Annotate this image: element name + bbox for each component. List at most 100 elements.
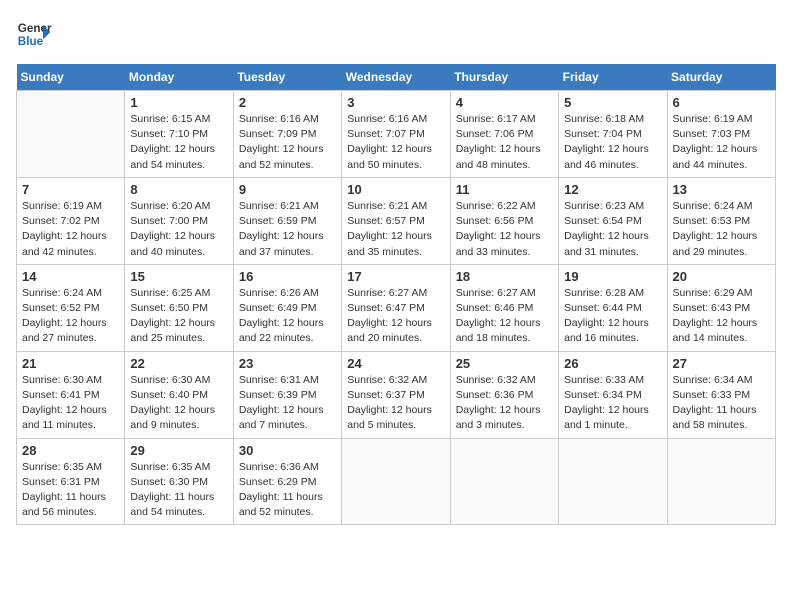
- day-info: Sunrise: 6:28 AM Sunset: 6:44 PM Dayligh…: [564, 286, 661, 347]
- day-info: Sunrise: 6:18 AM Sunset: 7:04 PM Dayligh…: [564, 112, 661, 173]
- day-info: Sunrise: 6:19 AM Sunset: 7:03 PM Dayligh…: [673, 112, 770, 173]
- calendar-body: 1 Sunrise: 6:15 AM Sunset: 7:10 PM Daylig…: [17, 91, 776, 525]
- day-number: 13: [673, 182, 770, 197]
- calendar-cell: 11Sunrise: 6:22 AM Sunset: 6:56 PM Dayli…: [450, 177, 558, 264]
- day-number: 9: [239, 182, 336, 197]
- day-number: 3: [347, 95, 444, 110]
- calendar-cell: 20 Sunrise: 6:29 AM Sunset: 6:43 PM Dayli…: [667, 264, 775, 351]
- calendar-week: 1 Sunrise: 6:15 AM Sunset: 7:10 PM Daylig…: [17, 91, 776, 178]
- calendar-cell: 29Sunrise: 6:35 AM Sunset: 6:30 PM Dayli…: [125, 438, 233, 525]
- calendar-cell: [342, 438, 450, 525]
- day-number: 8: [130, 182, 227, 197]
- day-number: 10: [347, 182, 444, 197]
- day-number: 23: [239, 356, 336, 371]
- calendar-cell: 26 Sunrise: 6:33 AM Sunset: 6:34 PM Dayli…: [559, 351, 667, 438]
- day-header: Wednesday: [342, 64, 450, 91]
- calendar-week: 28 Sunrise: 6:35 AM Sunset: 6:31 PM Dayli…: [17, 438, 776, 525]
- day-info: Sunrise: 6:29 AM Sunset: 6:43 PM Dayligh…: [673, 286, 770, 347]
- calendar-table: SundayMondayTuesdayWednesdayThursdayFrid…: [16, 64, 776, 525]
- day-number: 24: [347, 356, 444, 371]
- day-info: Sunrise: 6:26 AM Sunset: 6:49 PM Dayligh…: [239, 286, 336, 347]
- day-info: Sunrise: 6:21 AM Sunset: 6:57 PM Dayligh…: [347, 199, 444, 260]
- day-info: Sunrise: 6:25 AM Sunset: 6:50 PM Dayligh…: [130, 286, 227, 347]
- calendar-cell: 4 Sunrise: 6:17 AM Sunset: 7:06 PM Daylig…: [450, 91, 558, 178]
- day-info: Sunrise: 6:27 AM Sunset: 6:47 PM Dayligh…: [347, 286, 444, 347]
- day-number: 4: [456, 95, 553, 110]
- day-info: Sunrise: 6:23 AM Sunset: 6:54 PM Dayligh…: [564, 199, 661, 260]
- calendar-cell: 16 Sunrise: 6:26 AM Sunset: 6:49 PM Dayli…: [233, 264, 341, 351]
- calendar-cell: 12 Sunrise: 6:23 AM Sunset: 6:54 PM Dayli…: [559, 177, 667, 264]
- day-info: Sunrise: 6:21 AM Sunset: 6:59 PM Dayligh…: [239, 199, 336, 260]
- calendar-cell: 14 Sunrise: 6:24 AM Sunset: 6:52 PM Dayli…: [17, 264, 125, 351]
- calendar-cell: 15 Sunrise: 6:25 AM Sunset: 6:50 PM Dayli…: [125, 264, 233, 351]
- day-number: 18: [456, 269, 553, 284]
- calendar-header: SundayMondayTuesdayWednesdayThursdayFrid…: [17, 64, 776, 91]
- day-info: Sunrise: 6:35 AM Sunset: 6:30 PM Dayligh…: [130, 460, 227, 521]
- calendar-cell: [667, 438, 775, 525]
- calendar-cell: 10 Sunrise: 6:21 AM Sunset: 6:57 PM Dayli…: [342, 177, 450, 264]
- logo: General Blue: [16, 16, 52, 52]
- day-info: Sunrise: 6:16 AM Sunset: 7:07 PM Dayligh…: [347, 112, 444, 173]
- day-header: Tuesday: [233, 64, 341, 91]
- day-number: 21: [22, 356, 119, 371]
- calendar-cell: 17Sunrise: 6:27 AM Sunset: 6:47 PM Dayli…: [342, 264, 450, 351]
- calendar-cell: 6 Sunrise: 6:19 AM Sunset: 7:03 PM Daylig…: [667, 91, 775, 178]
- day-number: 6: [673, 95, 770, 110]
- day-number: 1: [130, 95, 227, 110]
- day-number: 25: [456, 356, 553, 371]
- calendar-week: 21 Sunrise: 6:30 AM Sunset: 6:41 PM Dayli…: [17, 351, 776, 438]
- day-info: Sunrise: 6:30 AM Sunset: 6:41 PM Dayligh…: [22, 373, 119, 434]
- day-header: Monday: [125, 64, 233, 91]
- day-info: Sunrise: 6:35 AM Sunset: 6:31 PM Dayligh…: [22, 460, 119, 521]
- day-info: Sunrise: 6:32 AM Sunset: 6:37 PM Dayligh…: [347, 373, 444, 434]
- day-number: 30: [239, 443, 336, 458]
- day-number: 22: [130, 356, 227, 371]
- day-number: 5: [564, 95, 661, 110]
- calendar-cell: 24 Sunrise: 6:32 AM Sunset: 6:37 PM Dayli…: [342, 351, 450, 438]
- calendar-cell: 22 Sunrise: 6:30 AM Sunset: 6:40 PM Dayli…: [125, 351, 233, 438]
- calendar-cell: 19 Sunrise: 6:28 AM Sunset: 6:44 PM Dayli…: [559, 264, 667, 351]
- calendar-cell: 25Sunrise: 6:32 AM Sunset: 6:36 PM Dayli…: [450, 351, 558, 438]
- calendar-cell: 5 Sunrise: 6:18 AM Sunset: 7:04 PM Daylig…: [559, 91, 667, 178]
- calendar-cell: 28 Sunrise: 6:35 AM Sunset: 6:31 PM Dayli…: [17, 438, 125, 525]
- calendar-cell: 13 Sunrise: 6:24 AM Sunset: 6:53 PM Dayli…: [667, 177, 775, 264]
- calendar-cell: 27 Sunrise: 6:34 AM Sunset: 6:33 PM Dayli…: [667, 351, 775, 438]
- day-number: 14: [22, 269, 119, 284]
- calendar-cell: 9 Sunrise: 6:21 AM Sunset: 6:59 PM Daylig…: [233, 177, 341, 264]
- day-info: Sunrise: 6:34 AM Sunset: 6:33 PM Dayligh…: [673, 373, 770, 434]
- day-number: 16: [239, 269, 336, 284]
- day-number: 12: [564, 182, 661, 197]
- calendar-week: 14 Sunrise: 6:24 AM Sunset: 6:52 PM Dayli…: [17, 264, 776, 351]
- day-number: 7: [22, 182, 119, 197]
- day-number: 2: [239, 95, 336, 110]
- day-number: 27: [673, 356, 770, 371]
- day-info: Sunrise: 6:22 AM Sunset: 6:56 PM Dayligh…: [456, 199, 553, 260]
- day-info: Sunrise: 6:19 AM Sunset: 7:02 PM Dayligh…: [22, 199, 119, 260]
- day-header: Friday: [559, 64, 667, 91]
- day-header: Saturday: [667, 64, 775, 91]
- day-number: 15: [130, 269, 227, 284]
- day-number: 19: [564, 269, 661, 284]
- day-info: Sunrise: 6:17 AM Sunset: 7:06 PM Dayligh…: [456, 112, 553, 173]
- day-info: Sunrise: 6:16 AM Sunset: 7:09 PM Dayligh…: [239, 112, 336, 173]
- svg-text:Blue: Blue: [18, 35, 44, 48]
- calendar-cell: 18 Sunrise: 6:27 AM Sunset: 6:46 PM Dayli…: [450, 264, 558, 351]
- calendar-cell: [17, 91, 125, 178]
- day-number: 20: [673, 269, 770, 284]
- day-info: Sunrise: 6:24 AM Sunset: 6:53 PM Dayligh…: [673, 199, 770, 260]
- calendar-cell: 21 Sunrise: 6:30 AM Sunset: 6:41 PM Dayli…: [17, 351, 125, 438]
- day-number: 26: [564, 356, 661, 371]
- day-info: Sunrise: 6:33 AM Sunset: 6:34 PM Dayligh…: [564, 373, 661, 434]
- page-header: General Blue: [16, 16, 776, 52]
- day-info: Sunrise: 6:30 AM Sunset: 6:40 PM Dayligh…: [130, 373, 227, 434]
- day-header: Sunday: [17, 64, 125, 91]
- day-info: Sunrise: 6:27 AM Sunset: 6:46 PM Dayligh…: [456, 286, 553, 347]
- day-info: Sunrise: 6:31 AM Sunset: 6:39 PM Dayligh…: [239, 373, 336, 434]
- logo-icon: General Blue: [16, 16, 52, 52]
- calendar-cell: 1 Sunrise: 6:15 AM Sunset: 7:10 PM Daylig…: [125, 91, 233, 178]
- day-number: 28: [22, 443, 119, 458]
- day-info: Sunrise: 6:36 AM Sunset: 6:29 PM Dayligh…: [239, 460, 336, 521]
- calendar-cell: 7 Sunrise: 6:19 AM Sunset: 7:02 PM Daylig…: [17, 177, 125, 264]
- day-info: Sunrise: 6:15 AM Sunset: 7:10 PM Dayligh…: [130, 112, 227, 173]
- day-info: Sunrise: 6:24 AM Sunset: 6:52 PM Dayligh…: [22, 286, 119, 347]
